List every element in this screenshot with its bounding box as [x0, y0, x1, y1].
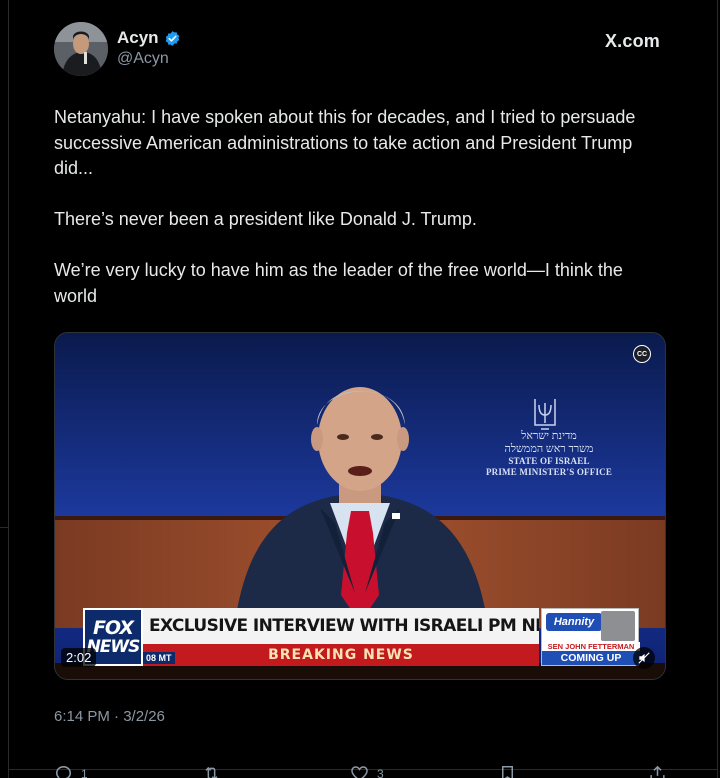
frame-right-border	[717, 0, 718, 778]
pm-office-seal: מדינת ישראל משרד ראש הממשלה STATE OF ISR…	[479, 430, 619, 477]
promo-box: Hannity SEN JOHN FETTERMAN COMING UP	[541, 608, 640, 666]
promo-guest: SEN JOHN FETTERMAN	[542, 642, 640, 651]
guest-photo	[601, 611, 635, 641]
logo-top: FOX	[92, 616, 134, 639]
seal-hebrew-line2: משרד ראש הממשלה	[504, 443, 594, 455]
handle[interactable]: @Acyn	[117, 50, 181, 68]
bookmark-button[interactable]	[498, 764, 517, 778]
video-player[interactable]: CC מדינת ישראל משרד ראש הממשלה STATE OF …	[54, 332, 666, 680]
share-icon	[650, 765, 665, 778]
video-duration: 2:02	[61, 648, 97, 667]
seal-english-line2: PRIME MINISTER'S OFFICE	[485, 466, 613, 477]
seal-english-line1: STATE OF ISRAEL	[508, 456, 590, 466]
retweet-button[interactable]	[202, 764, 229, 778]
reply-icon	[55, 765, 72, 778]
frame-left-border	[8, 0, 9, 778]
retweet-icon	[205, 766, 218, 778]
tweet-text: Netanyahu: I have spoken about this for …	[54, 105, 666, 309]
time-tag: 08 MT	[143, 652, 175, 664]
mute-button[interactable]	[633, 647, 655, 669]
promo-status: COMING UP	[542, 651, 640, 665]
news-chyron: FOX NEWS EXCLUSIVE INTERVIEW WITH ISRAEL…	[83, 608, 640, 668]
verified-badge-icon	[164, 30, 181, 47]
author-names: Acyn @Acyn	[117, 28, 181, 68]
seal-hebrew-line1: מדינת ישראל	[521, 430, 577, 442]
heart-icon	[351, 766, 368, 778]
promo-show: Hannity	[546, 613, 602, 631]
display-name[interactable]: Acyn	[117, 28, 159, 48]
x-logo[interactable]: X.com	[605, 31, 660, 52]
tweet-paragraph: Netanyahu: I have spoken about this for …	[54, 107, 636, 178]
like-count: 3	[377, 766, 384, 778]
reply-button[interactable]: 1	[54, 764, 88, 778]
tweet-actions: 1 3	[54, 764, 666, 778]
chyron-headline: EXCLUSIVE INTERVIEW WITH ISRAELI PM NETA…	[143, 608, 539, 644]
reply-count: 1	[81, 766, 88, 778]
tweet-timestamp[interactable]: 6:14 PM · 3/2/26	[54, 708, 165, 725]
like-button[interactable]: 3	[350, 764, 384, 778]
bookmark-icon	[501, 766, 514, 778]
captions-button[interactable]: CC	[633, 345, 651, 363]
avatar[interactable]	[54, 22, 108, 76]
breaking-news-ticker: BREAKING NEWS	[143, 644, 539, 666]
tweet-paragraph: There’s never been a president like Dona…	[54, 209, 477, 229]
side-divider	[0, 527, 8, 528]
speaker-muted-icon	[638, 652, 650, 664]
share-button[interactable]	[648, 764, 667, 778]
tweet-paragraph: We’re very lucky to have him as the lead…	[54, 260, 623, 306]
